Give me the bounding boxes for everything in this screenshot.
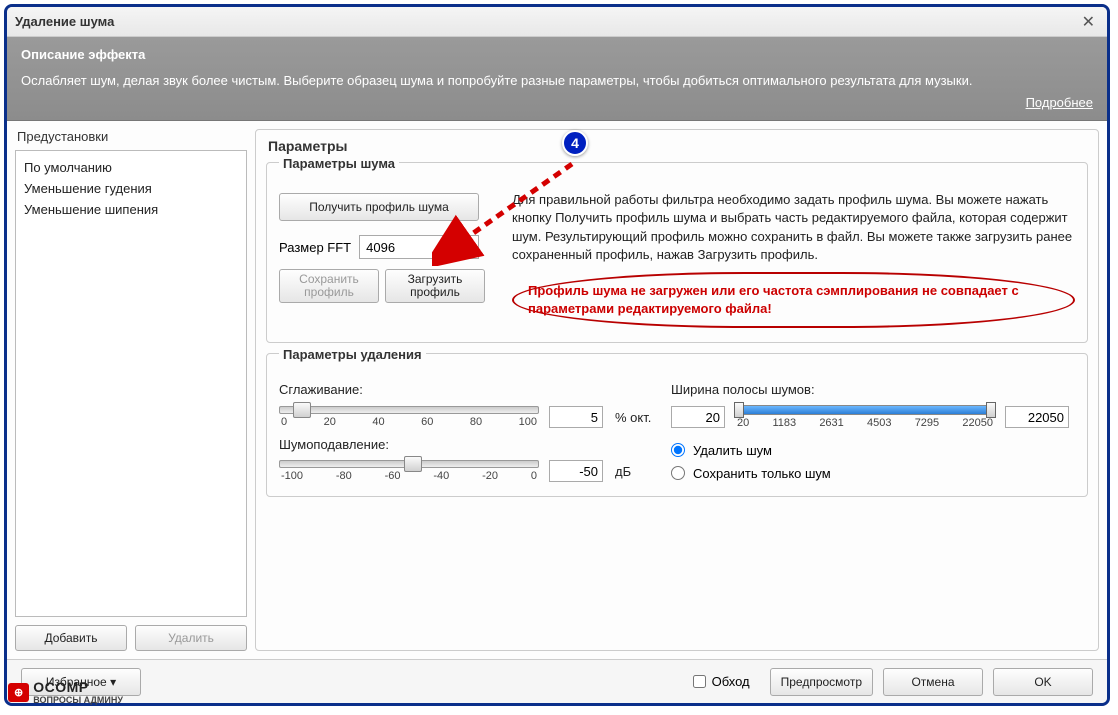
warning-ellipse: Профиль шума не загружен или его частота… [512,272,1075,328]
preset-item[interactable]: По умолчанию [24,157,238,178]
smoothing-label: Сглаживание: [279,382,661,397]
noise-params-fieldset: Параметры шума Получить профиль шума Раз… [266,162,1088,343]
annotation-number-badge: 4 [562,130,588,156]
save-profile-button[interactable]: Сохранить профиль [279,269,379,303]
band-slider[interactable]: 20 1183 2631 4503 7295 22050 [735,405,995,429]
load-profile-button[interactable]: Загрузить профиль [385,269,485,303]
add-preset-button[interactable]: Добавить [15,625,127,651]
reduce-slider[interactable]: -100 -80 -60 -40 -20 0 [279,460,539,482]
band-high-input[interactable] [1005,406,1069,428]
reduce-unit: дБ [615,464,661,479]
watermark-badge-icon: ⊕ [8,683,29,702]
fft-size-label: Размер FFT [279,240,351,255]
description-panel: Описание эффекта Ослабляет шум, делая зв… [7,37,1107,121]
noise-warning-text: Профиль шума не загружен или его частота… [528,282,1059,318]
remove-preset-button[interactable]: Удалить [135,625,247,651]
noise-params-title: Параметры шума [279,156,399,171]
window-title: Удаление шума [15,14,114,29]
titlebar: Удаление шума ✕ [7,7,1107,37]
watermark: ⊕ OCOMP ВОПРОСЫ АДМИНУ [8,679,123,705]
ok-button[interactable]: OK [993,668,1093,696]
bypass-checkbox[interactable]: Обход [693,674,750,689]
close-icon[interactable]: ✕ [1078,12,1099,32]
removal-params-fieldset: Параметры удаления Сглаживание: Ширина п… [266,353,1088,497]
preset-item[interactable]: Уменьшение гудения [24,178,238,199]
more-link[interactable]: Подробнее [1026,95,1093,110]
removal-params-title: Параметры удаления [279,347,426,362]
radio-keep-noise[interactable]: Сохранить только шум [671,466,1075,481]
smoothing-input[interactable] [549,406,603,428]
dialog-window: Удаление шума ✕ Описание эффекта Ослабля… [4,4,1110,706]
body-area: Предустановки По умолчанию Уменьшение гу… [7,121,1107,659]
footer: Избранное ▾ Обход Предпросмотр Отмена OK [7,659,1107,703]
parameters-column: Параметры Параметры шума Получить профил… [255,129,1099,651]
reduce-input[interactable] [549,460,603,482]
description-text: Ослабляет шум, делая звук более чистым. … [21,72,1093,90]
watermark-sub: ВОПРОСЫ АДМИНУ [33,695,123,705]
fft-size-select[interactable]: 4096 [359,235,479,259]
preset-item[interactable]: Уменьшение шипения [24,199,238,220]
presets-label: Предустановки [15,129,247,144]
watermark-text: OCOMP [33,679,123,695]
reduce-label: Шумоподавление: [279,437,661,452]
cancel-button[interactable]: Отмена [883,668,983,696]
preview-button[interactable]: Предпросмотр [770,668,873,696]
band-low-input[interactable] [671,406,725,428]
noise-info-text: Для правильной работы фильтра необходимо… [512,191,1075,264]
parameters-heading: Параметры [266,138,1088,154]
smoothing-slider[interactable]: 0 20 40 60 80 100 [279,406,539,428]
description-heading: Описание эффекта [21,47,1093,62]
band-label: Ширина полосы шумов: [671,382,1075,397]
presets-list[interactable]: По умолчанию Уменьшение гудения Уменьшен… [15,150,247,617]
radio-remove-noise[interactable]: Удалить шум [671,443,1075,458]
smoothing-unit: % окт. [615,410,661,425]
get-noise-profile-button[interactable]: Получить профиль шума [279,193,479,221]
presets-column: Предустановки По умолчанию Уменьшение гу… [15,129,247,651]
